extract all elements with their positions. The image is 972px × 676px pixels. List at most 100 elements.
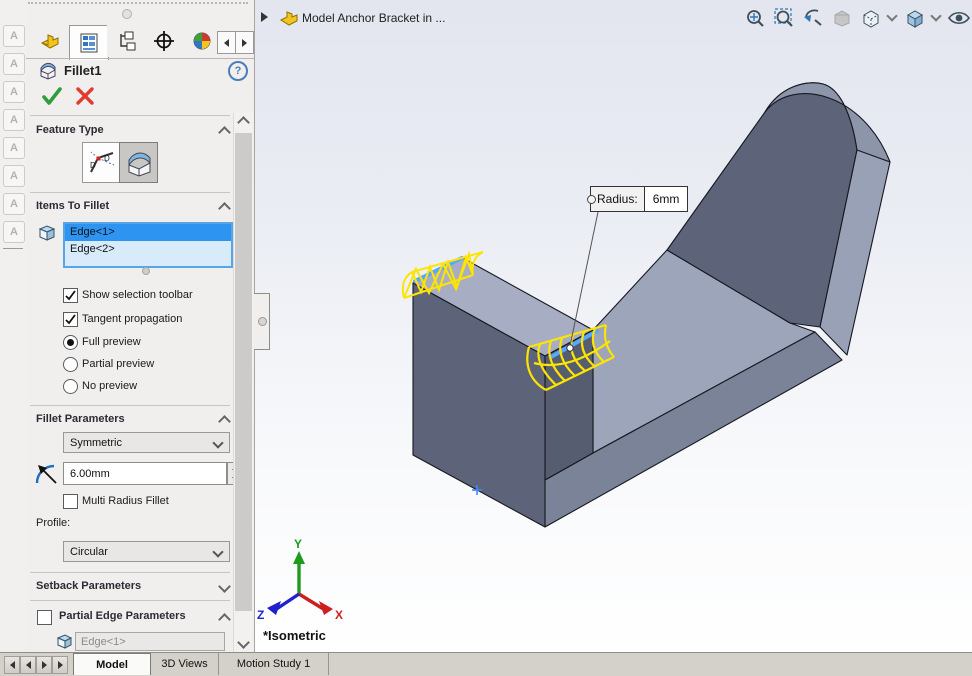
edge-list-item[interactable]: Edge<1> [65,224,231,241]
flyout-document-title[interactable]: Model Anchor Bracket in ... [302,11,445,25]
tab-configuration-manager[interactable] [107,25,145,57]
tab-displaymanager[interactable] [183,25,221,57]
tab-dimxpertmanager[interactable] [145,25,183,57]
edges-listbox[interactable]: Edge<1> Edge<2> [63,222,233,268]
panel-splitter-handle[interactable] [254,293,270,350]
tab-featuremanager-tree[interactable] [31,25,69,57]
belt-chain-icon[interactable]: A [3,221,25,243]
previous-view-button[interactable] [801,6,825,30]
partial-edge-field[interactable]: Edge<1> [75,632,225,651]
annotation-edit-icon[interactable]: A [3,53,25,75]
section-header-items-to-fillet[interactable]: Items To Fillet [36,200,109,212]
chevron-up-icon[interactable] [218,613,231,626]
annotation-note-icon[interactable]: A [3,25,25,47]
flyout-tree-expand-button[interactable] [261,12,268,22]
edge-list-item[interactable]: Edge<2> [65,241,231,258]
panel-scrollbar[interactable] [233,113,253,652]
radius-callout[interactable]: Radius: 6mm [590,186,688,212]
symmetry-dropdown[interactable]: Symmetric [63,432,230,453]
dimxpert-icon [153,30,175,52]
help-button[interactable]: ? [228,61,248,81]
section-header-setback-parameters[interactable]: Setback Parameters [36,580,141,592]
tangent-propagation-checkbox[interactable] [63,312,78,327]
zoom-to-area-button[interactable] [772,6,796,30]
section-header-feature-type[interactable]: Feature Type [36,124,104,136]
full-preview-radio[interactable] [63,335,78,350]
chevron-down-icon[interactable] [886,10,897,21]
view-orientation-icon [860,7,882,29]
chevron-down-icon[interactable] [930,10,941,21]
edge-selection-icon [37,223,56,242]
scroll-down-button[interactable] [234,633,253,652]
zoom-to-area-icon [773,7,795,29]
full-preview-label: Full preview [82,336,141,348]
tabs-scroll-right-button[interactable] [235,31,254,54]
radius-drag-handle[interactable] [567,345,573,351]
radius-icon [34,461,60,487]
next-tab-button[interactable] [36,656,52,674]
view-orientation-label: *Isometric [263,628,326,643]
partial-preview-radio[interactable] [63,357,78,372]
panel-grip-handle[interactable] [122,9,132,19]
tab-model[interactable]: Model [73,653,151,675]
cancel-button[interactable] [74,85,96,107]
triad-y-label: Y [294,537,302,551]
chevron-up-icon[interactable] [218,202,231,215]
listbox-resize-handle[interactable] [142,267,150,275]
save-bodies-icon[interactable]: A [3,165,25,187]
tabs-scroll-left-button[interactable] [217,31,236,54]
partial-edge-parameters-checkbox[interactable] [37,610,52,625]
multi-radius-fillet-checkbox[interactable] [63,494,78,509]
tab-motion-study-1[interactable]: Motion Study 1 [219,653,329,675]
no-preview-radio[interactable] [63,379,78,394]
section-view-button[interactable] [830,6,854,30]
display-style-button[interactable] [903,6,927,30]
profile-dropdown[interactable]: Circular [63,541,230,562]
svg-text:D: D [90,161,96,170]
icon-glyph: A [10,198,18,210]
splitter-dot [258,317,267,326]
model-anchor-bracket[interactable]: Y X Z [255,0,972,652]
section-header-fillet-parameters[interactable]: Fillet Parameters [36,413,125,425]
section-header-partial-edge-parameters[interactable]: Partial Edge Parameters [59,610,186,622]
feature-type-manual-button[interactable]: D D [82,142,121,183]
scrollbar-thumb[interactable] [235,133,252,611]
annotation-add-icon[interactable]: A [3,109,25,131]
hide-show-items-button[interactable] [947,6,971,30]
icon-glyph: A [10,30,18,42]
chevron-up-icon[interactable] [218,415,231,428]
view-orientation-button[interactable] [859,6,883,30]
chevron-down-icon [212,437,223,448]
ok-button[interactable] [40,84,64,108]
scroll-up-button[interactable] [234,113,253,132]
sketch-picture-icon[interactable]: A [3,193,25,215]
callout-handle-icon[interactable] [587,195,596,204]
reference-triad: Y X Z [257,537,343,622]
tab-3d-views[interactable]: 3D Views [151,653,219,675]
divider [30,405,230,406]
panel-drag-dots[interactable] [28,2,248,4]
show-selection-toolbar-checkbox[interactable] [63,288,78,303]
tab-propertymanager[interactable] [69,25,109,60]
chevron-down-icon[interactable] [218,580,231,593]
radius-input[interactable]: 6.00mm [63,462,227,485]
callout-value-input[interactable]: 6mm [645,187,688,211]
callout-label: Radius: [591,187,645,211]
icon-glyph: A [10,114,18,126]
annotation-move-icon[interactable]: A [3,81,25,103]
section-view-icon [831,7,853,29]
zoom-to-fit-button[interactable] [743,6,767,30]
last-tab-button[interactable] [52,656,68,674]
profile-label: Profile: [36,517,70,529]
icon-glyph: A [10,86,18,98]
graphics-viewport[interactable]: Y X Z Model Anchor Bracket in ... [255,0,972,652]
edge-selection-icon [56,633,73,650]
feature-type-fillet-button[interactable] [119,142,158,183]
chevron-up-icon[interactable] [218,126,231,139]
first-tab-button[interactable] [4,656,20,674]
feature-title: Fillet1 [64,63,102,78]
annotation-group-icon[interactable]: A [3,137,25,159]
previous-tab-button[interactable] [20,656,36,674]
tangent-propagation-label: Tangent propagation [82,313,182,325]
divider [30,572,230,573]
